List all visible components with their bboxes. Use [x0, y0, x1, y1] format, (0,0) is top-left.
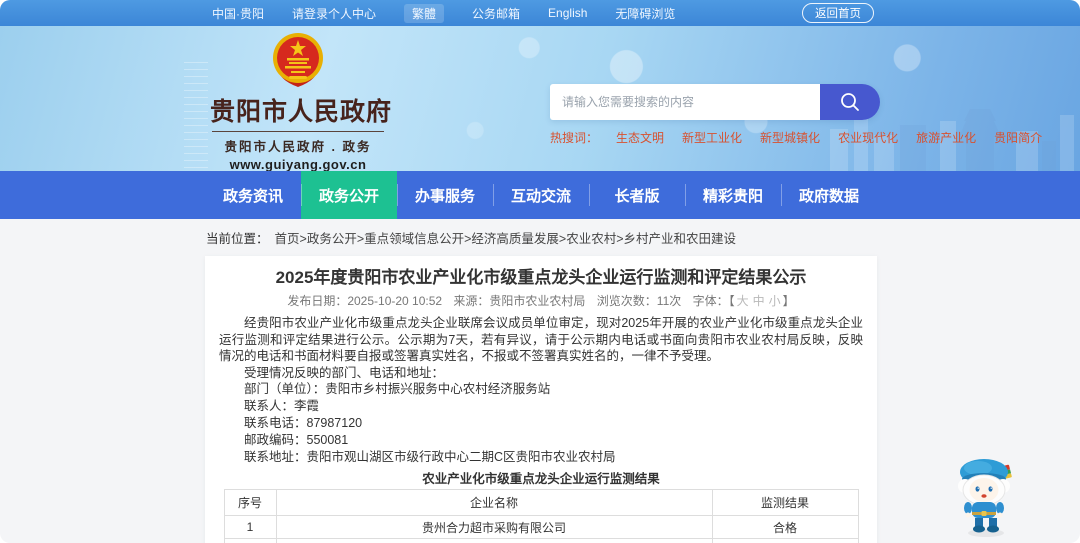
- hot-word-ecology[interactable]: 生态文明: [616, 129, 664, 146]
- contact-phone: 联系电话：87987120: [244, 416, 363, 430]
- table-caption: 农业产业化市级重点龙头企业运行监测结果: [422, 472, 660, 486]
- article-meta: 发布日期：2025-10-20 10:52 来源：贵阳市农业农村局 浏览次数：1…: [219, 292, 863, 309]
- topbar-links: 中国·贵阳 请登录个人中心 繁體 公务邮箱 English 无障碍浏览: [212, 3, 675, 23]
- breadcrumb: 当前位置： 首页>政务公开>重点领域信息公开>经济高质量发展>农业农村>乡村产业…: [0, 219, 1080, 256]
- font-size-small[interactable]: 小: [769, 294, 781, 308]
- cell-no: 2: [223, 538, 277, 543]
- nav-item-gov-data[interactable]: 政府数据: [781, 171, 877, 219]
- monitoring-result-table: 序号 企业名称 监测结果 1 贵州合力超市采购有限公司 合格 2 贵州友禾种业有…: [223, 489, 859, 543]
- breadcrumb-path[interactable]: 首页>政务公开>重点领域信息公开>经济高质量发展>农业农村>乡村产业和农田建设: [275, 228, 737, 247]
- search-area: 热搜词： 生态文明 新型工业化 新型城镇化 农业现代化 旅游产业化 贵阳简介: [550, 84, 1042, 146]
- logo-divider: [212, 131, 384, 132]
- search-button[interactable]: [820, 84, 880, 120]
- nav-item-gov-disclosure[interactable]: 政务公开: [301, 171, 397, 219]
- browser-window: 中国·贵阳 请登录个人中心 繁體 公务邮箱 English 无障碍浏览 返回首页: [0, 0, 1080, 543]
- font-size-label: 字体：【: [692, 294, 735, 308]
- nav-item-senior-version[interactable]: 长者版: [589, 171, 685, 219]
- cell-company: 贵州友禾种业有限公司: [275, 538, 713, 543]
- contact-postcode: 邮政编码：550081: [244, 433, 349, 447]
- hot-word-guiyang-intro[interactable]: 贵阳简介: [994, 129, 1042, 146]
- national-emblem-icon: [273, 33, 323, 87]
- breadcrumb-label: 当前位置：: [206, 232, 269, 246]
- site-logo-block[interactable]: 贵阳市人民政府 贵阳市人民政府 . 政务 www.guiyang.gov.cn: [210, 32, 393, 171]
- topbar-link-china-guiyang[interactable]: 中国·贵阳: [212, 5, 264, 22]
- nav-item-services[interactable]: 办事服务: [397, 171, 493, 219]
- hot-word-new-industry[interactable]: 新型工业化: [682, 129, 742, 146]
- article-paragraph: 受理情况反映的部门、电话和地址：: [244, 365, 445, 380]
- article-title: 2025年度贵阳市农业产业化市级重点龙头企业运行监测和评定结果公示: [275, 268, 807, 287]
- search-box: [550, 84, 880, 120]
- site-subtitle: 贵阳市人民政府 . 政务: [224, 140, 372, 154]
- font-size-large[interactable]: 大: [737, 294, 749, 308]
- nav-item-news[interactable]: 政务资讯: [205, 171, 301, 219]
- nav-item-wonderful-guiyang[interactable]: 精彩贵阳: [685, 171, 781, 219]
- font-size-medium[interactable]: 中: [753, 294, 765, 308]
- article-source: 来源：贵阳市农业农村局: [453, 294, 586, 308]
- topbar-link-english[interactable]: English: [548, 6, 587, 20]
- table-header-row: 序号 企业名称 监测结果: [223, 489, 859, 516]
- cell-no: 1: [223, 515, 277, 539]
- top-utility-bar: 中国·贵阳 请登录个人中心 繁體 公务邮箱 English 无障碍浏览 返回首页: [0, 0, 1080, 26]
- search-input[interactable]: [550, 84, 820, 120]
- nav-item-interaction[interactable]: 互动交流: [493, 171, 589, 219]
- banner-bokeh-decoration: [0, 26, 1080, 171]
- article-paragraph: 经贵阳市农业产业化市级重点龙头企业联席会议成员单位审定，现对2025年开展的农业…: [219, 316, 863, 363]
- cell-result: 合格: [711, 515, 859, 539]
- topbar-link-accessibility[interactable]: 无障碍浏览: [615, 5, 675, 22]
- article-card: 2025年度贵阳市农业产业化市级重点龙头企业运行监测和评定结果公示 发布日期：2…: [205, 256, 877, 543]
- font-size-label-end: 】: [782, 294, 795, 308]
- banner-line-decoration: [184, 62, 208, 170]
- site-name: 贵阳市人民政府: [210, 98, 393, 126]
- search-icon: [841, 93, 859, 111]
- return-home-button[interactable]: 返回首页: [802, 3, 874, 23]
- hot-word-urbanization[interactable]: 新型城镇化: [760, 129, 820, 146]
- main-nav: 政务资讯 政务公开 办事服务 互动交流 长者版 精彩贵阳 政府数据: [0, 171, 1080, 219]
- cell-company: 贵州合力超市采购有限公司: [275, 515, 713, 539]
- mascot-assistant-icon[interactable]: [948, 452, 1024, 538]
- publish-date: 发布日期：2025-10-20 10:52: [287, 294, 443, 308]
- contact-address: 联系地址：贵阳市观山湖区市级行政中心二期C区贵阳市农业农村局: [244, 450, 616, 464]
- view-count: 浏览次数：11次: [596, 294, 682, 308]
- topbar-link-official-mail[interactable]: 公务邮箱: [472, 5, 520, 22]
- contact-person: 联系人：李霞: [244, 399, 320, 413]
- hot-word-tourism[interactable]: 旅游产业化: [916, 129, 976, 146]
- contact-department: 部门（单位）：贵阳市乡村振兴服务中心农村经济服务站: [244, 382, 551, 396]
- hot-word-agriculture[interactable]: 农业现代化: [838, 129, 898, 146]
- table-row: 1 贵州合力超市采购有限公司 合格: [223, 515, 859, 539]
- table-row: 2 贵州友禾种业有限公司 合格: [223, 538, 859, 543]
- hot-search-row: 热搜词： 生态文明 新型工业化 新型城镇化 农业现代化 旅游产业化 贵阳简介: [550, 129, 1042, 146]
- header-cell-no: 序号: [223, 489, 277, 516]
- cell-result: 合格: [711, 538, 859, 543]
- topbar-link-traditional-chinese[interactable]: 繁體: [404, 3, 445, 23]
- header-cell-result: 监测结果: [711, 489, 859, 516]
- hot-search-label: 热搜词：: [550, 131, 599, 145]
- header-banner: 贵阳市人民政府 贵阳市人民政府 . 政务 www.guiyang.gov.cn …: [0, 26, 1080, 171]
- site-url: www.guiyang.gov.cn: [229, 157, 367, 171]
- header-cell-company: 企业名称: [275, 489, 713, 516]
- topbar-link-login-personal-center[interactable]: 请登录个人中心: [292, 5, 376, 22]
